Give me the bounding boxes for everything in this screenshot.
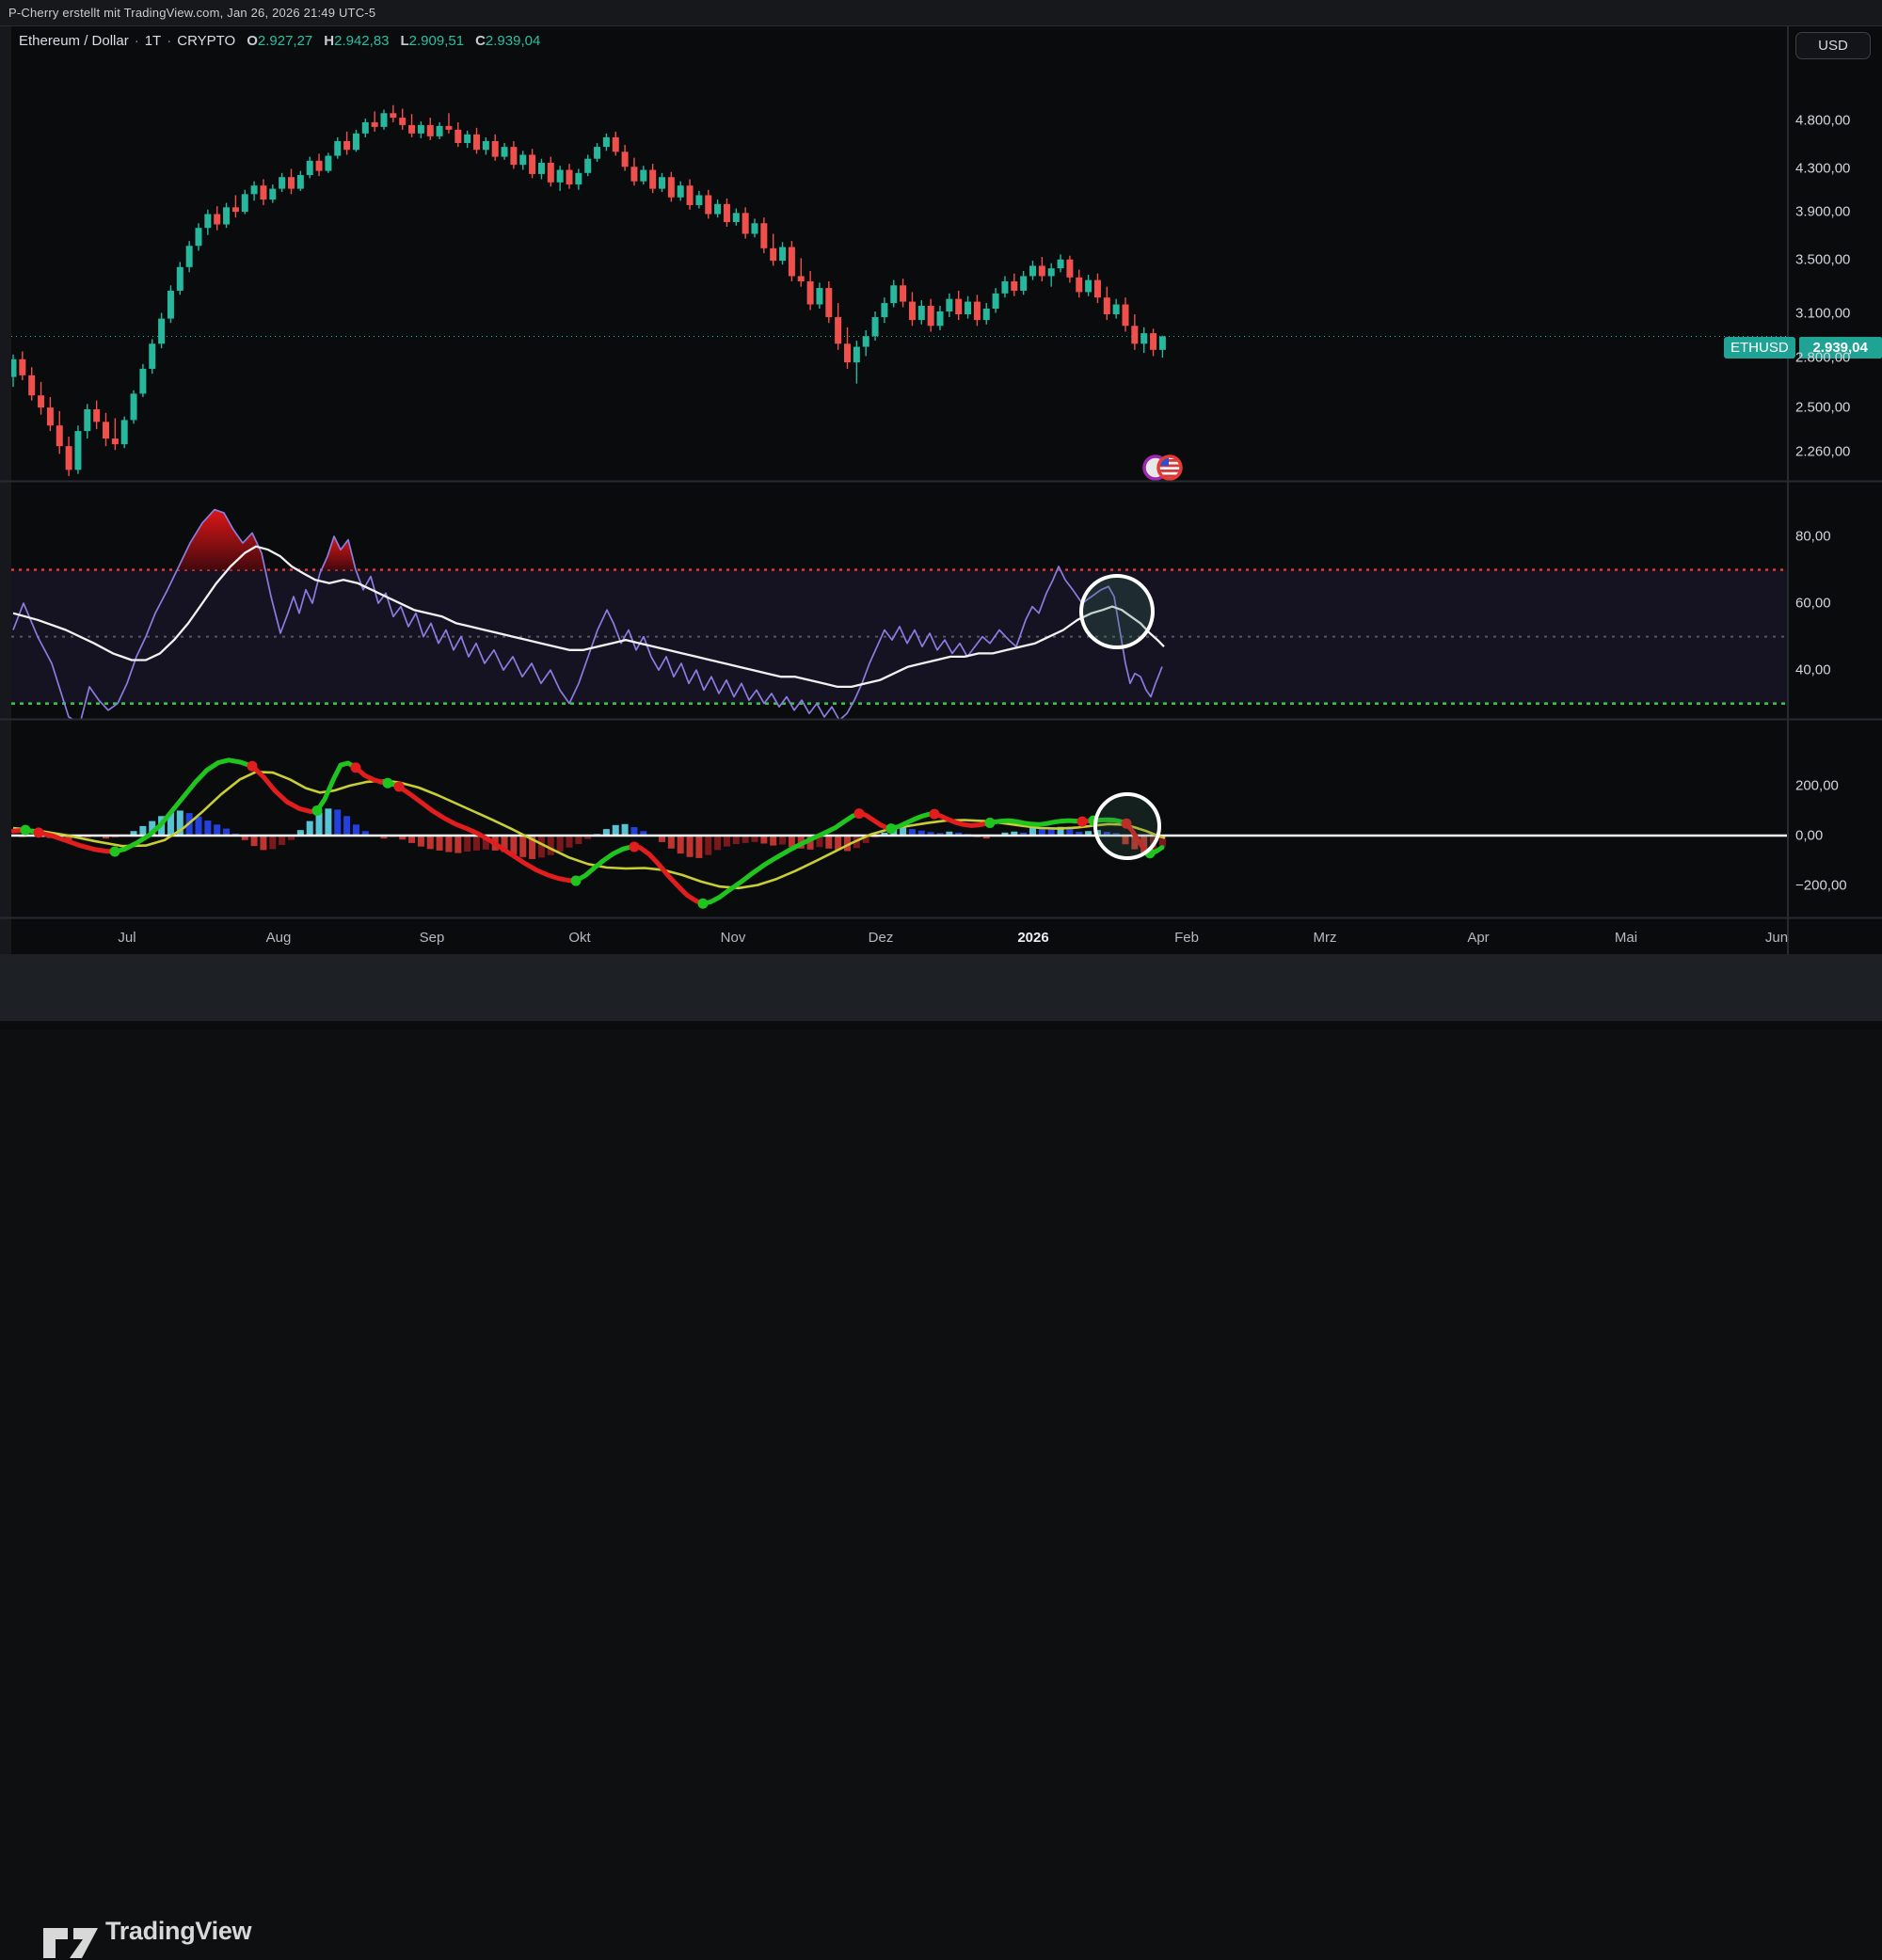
price-axis-label: 2.800,00 [1795,350,1850,366]
symbol-legend[interactable]: Ethereum / Dollar·1T·CRYPTOO2.927,27H2.9… [19,33,540,49]
price-axis-label: 3.100,00 [1795,305,1850,321]
price-axis-label: 4.300,00 [1795,161,1850,177]
macd-line-segment [399,787,576,881]
tradingview-chart-page: P-Cherry erstellt mit TradingView.com, J… [0,0,1882,1029]
currency-toggle-button[interactable]: USD [1795,32,1871,59]
macd-axis-label: 0,00 [1795,828,1823,844]
open-label: O [247,33,258,49]
symbol-name[interactable]: Ethereum / Dollar [19,33,129,49]
tradingview-logo-text[interactable]: TradingView [105,1917,251,1946]
footer-bar: TradingView [0,954,1882,1021]
close-value: 2.939,04 [486,33,540,49]
price-axis-label: 2.500,00 [1795,400,1850,416]
tradingview-logo-icon[interactable] [41,1926,102,1960]
time-axis-label-Aug: Aug [266,930,292,946]
bottom-strip [0,1021,1882,1029]
rsi-pane[interactable] [11,510,1788,724]
rsi-axis-label: 60,00 [1795,596,1831,612]
high-label: H [324,33,334,49]
time-axis-label-Dez: Dez [869,930,894,946]
low-label: L [401,33,409,49]
time-axis-label-2026: 2026 [1017,930,1048,946]
time-axis-label-Mai: Mai [1615,930,1637,946]
macd-line-segment [356,768,388,783]
rsi-overbought-fill [177,510,264,570]
left-edge-strip [0,25,11,954]
close-label: C [475,33,486,49]
high-value: 2.942,83 [334,33,389,49]
price-axis-label: 4.800,00 [1795,113,1850,129]
chart-area[interactable]: Ethereum / Dollar·1T·CRYPTOO2.927,27H2.9… [0,25,1882,954]
open-value: 2.927,27 [258,33,312,49]
time-axis-label-Nov: Nov [721,930,746,946]
us-flag-event-icon[interactable] [1144,455,1183,481]
macd-highlight-circle[interactable] [1095,794,1159,858]
time-axis-label-Jun: Jun [1765,930,1788,946]
macd-line-segment [703,814,859,904]
time-axis-label-Apr: Apr [1467,930,1489,946]
symbol-chip: ETHUSD [1724,337,1795,359]
separator-dot: · [129,33,145,49]
low-value: 2.909,51 [409,33,464,49]
attribution-bar: P-Cherry erstellt mit TradingView.com, J… [0,0,1882,25]
time-axis-label-Jul: Jul [118,930,136,946]
time-axis-label-Feb: Feb [1174,930,1199,946]
candlestick-pane[interactable] [10,105,1789,476]
macd-axis-label: 200,00 [1795,777,1839,793]
time-axis-label-Mrz: Mrz [1314,930,1337,946]
macd-line-segment [859,814,891,829]
exchange-label: CRYPTO [177,33,235,49]
interval-label[interactable]: 1T [145,33,162,49]
price-axis-label: 3.900,00 [1795,204,1850,220]
time-axis-label-Sep: Sep [420,930,445,946]
macd-pane[interactable] [10,760,1789,909]
rsi-highlight-circle[interactable] [1081,576,1153,647]
price-axis-label: 2.260,00 [1795,444,1850,460]
rsi-axis-label: 80,00 [1795,529,1831,545]
macd-axis-label: −200,00 [1795,878,1847,894]
rsi-overbought-fill [322,536,356,570]
macd-line-segment [115,760,252,852]
rsi-axis-label: 40,00 [1795,662,1831,678]
chart-canvas[interactable] [0,25,1882,954]
time-axis-label-Okt: Okt [568,930,590,946]
separator-dot: · [161,33,177,49]
price-axis-label: 3.500,00 [1795,251,1850,267]
